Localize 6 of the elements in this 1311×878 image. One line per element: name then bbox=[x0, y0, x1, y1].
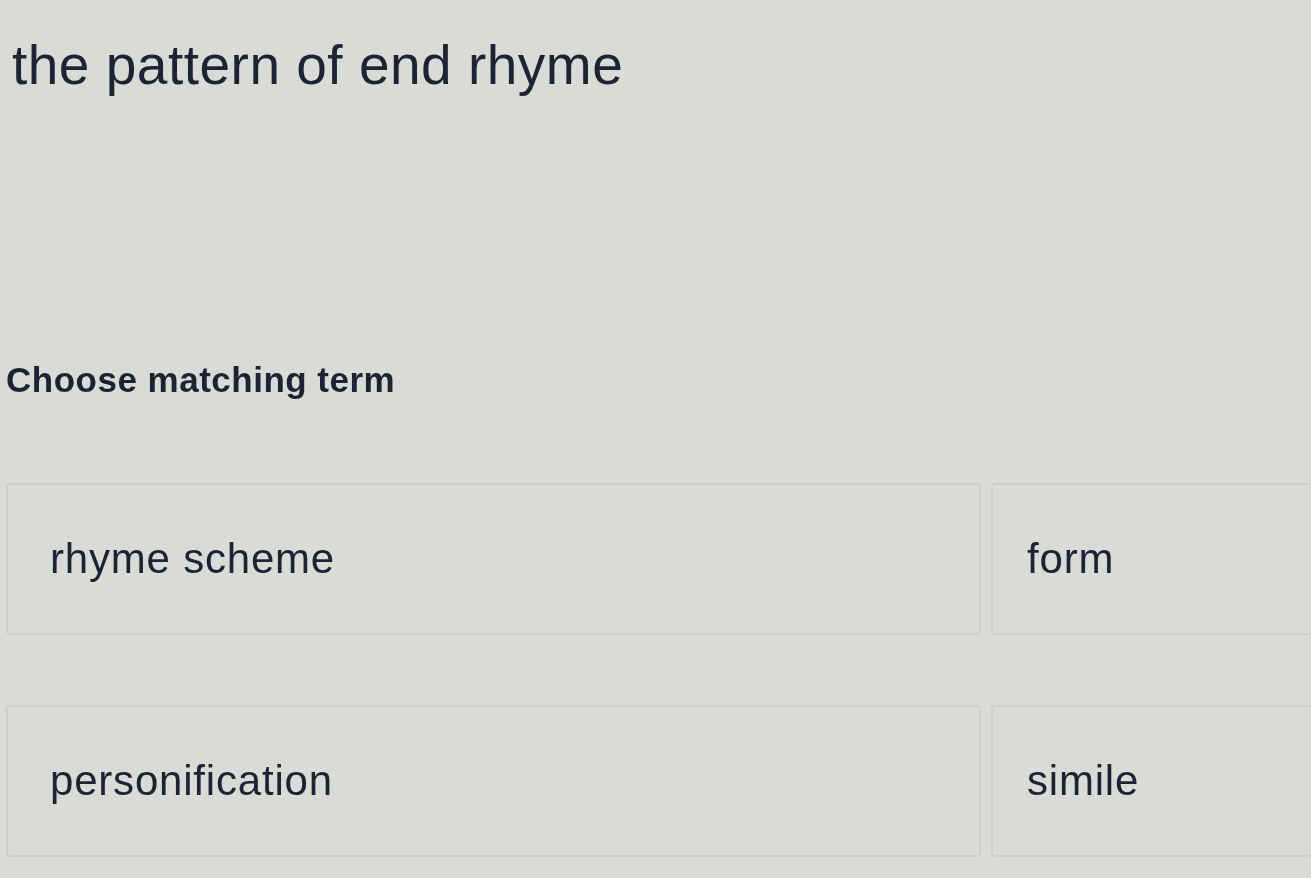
answer-option[interactable]: form bbox=[991, 483, 1311, 635]
answer-option[interactable]: rhyme scheme bbox=[6, 483, 981, 635]
answer-option[interactable]: personification bbox=[6, 705, 981, 857]
question-text: the pattern of end rhyme bbox=[12, 33, 624, 98]
instruction-text: Choose matching term bbox=[6, 359, 396, 401]
answer-option[interactable]: simile bbox=[991, 705, 1311, 857]
